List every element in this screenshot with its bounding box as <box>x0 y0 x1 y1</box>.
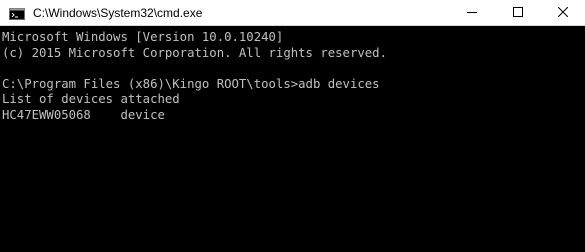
close-icon <box>557 4 569 22</box>
close-button[interactable] <box>541 0 585 25</box>
window-title: C:\Windows\System32\cmd.exe <box>33 6 203 20</box>
maximize-button[interactable] <box>495 0 541 25</box>
console-line: HC47EWW05068 device <box>2 107 165 122</box>
maximize-icon <box>513 4 523 22</box>
cmd-window: C:\Windows\System32\cmd.exe Microsoft Wi… <box>0 0 585 252</box>
console-line: (c) 2015 Microsoft Corporation. All righ… <box>2 45 387 60</box>
minimize-icon <box>467 4 477 22</box>
console-line: List of devices attached <box>2 92 180 106</box>
title-bar[interactable]: C:\Windows\System32\cmd.exe <box>0 0 585 26</box>
console-line: Microsoft Windows [Version 10.0.10240] <box>2 30 284 44</box>
console-line: C:\Program Files (x86)\Kingo ROOT\tools>… <box>2 76 380 91</box>
minimize-button[interactable] <box>449 0 495 25</box>
cmd-icon[interactable] <box>9 7 25 20</box>
console-output[interactable]: Microsoft Windows [Version 10.0.10240] (… <box>0 26 585 252</box>
